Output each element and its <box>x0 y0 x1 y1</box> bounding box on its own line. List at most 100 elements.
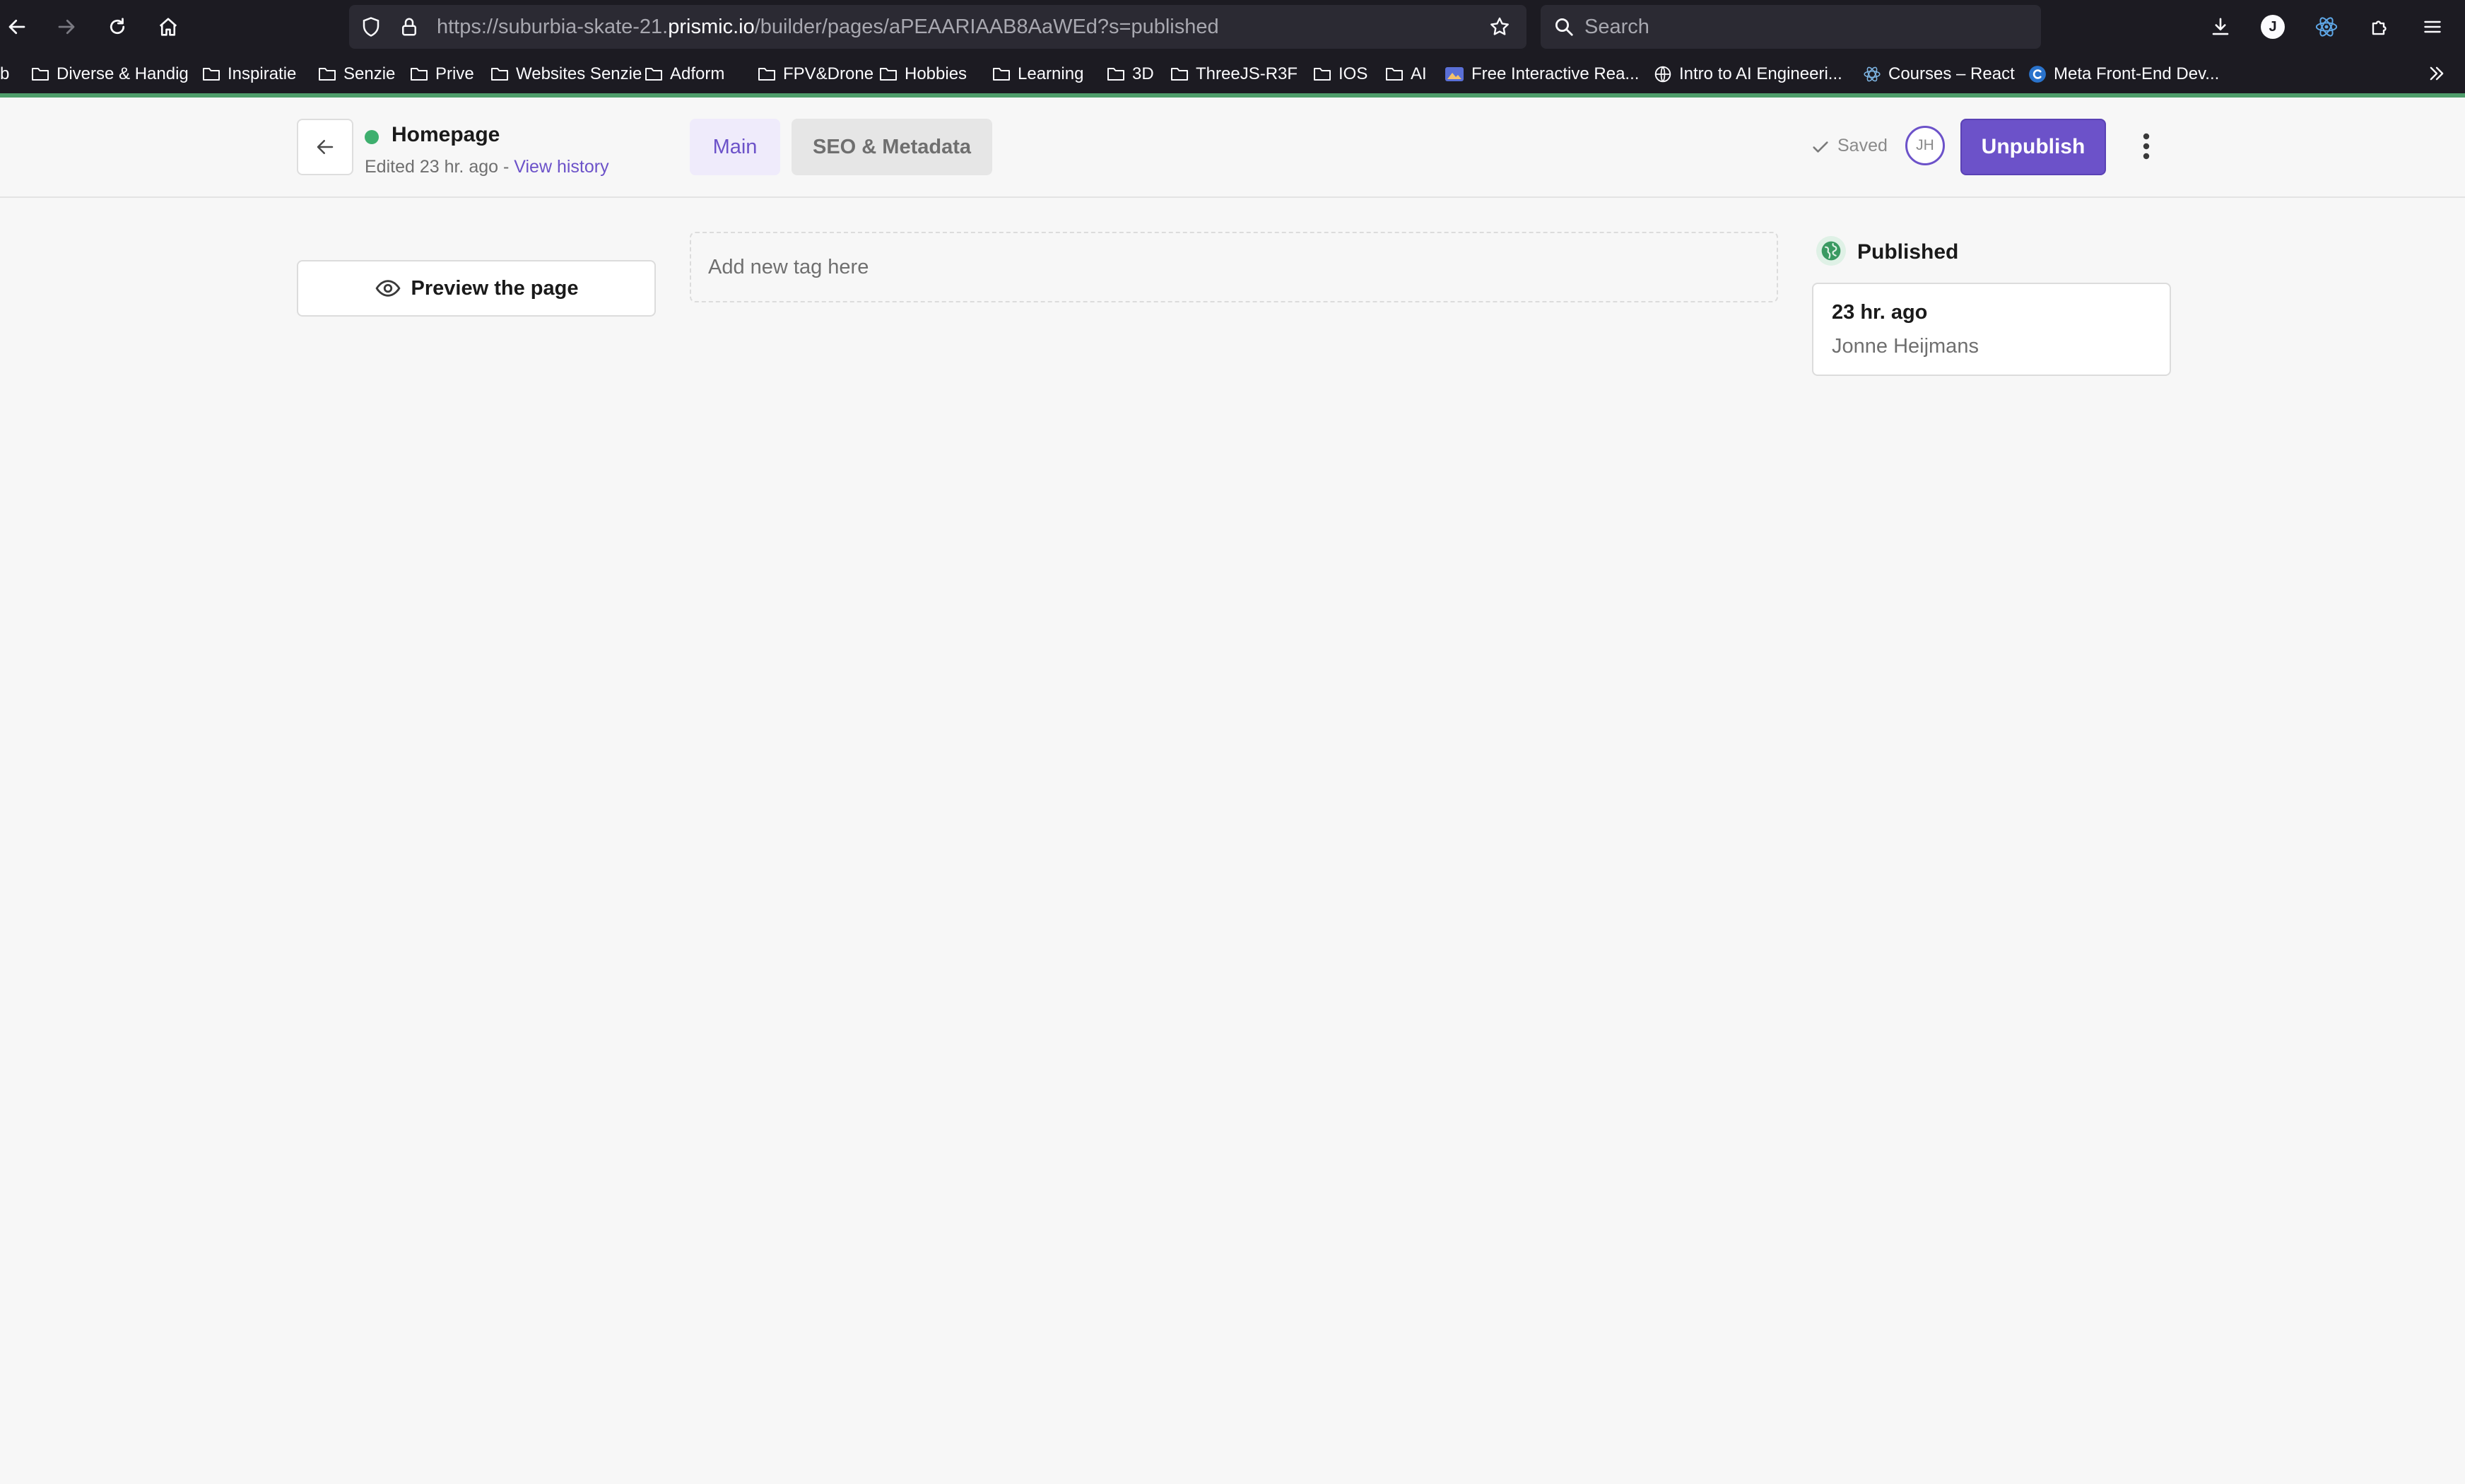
globe-icon <box>1821 241 1841 261</box>
bookmark-label: ThreeJS-R3F <box>1196 64 1298 83</box>
arrow-right-icon <box>58 19 75 35</box>
preview-label: Preview the page <box>411 276 579 300</box>
folder-icon <box>1313 66 1331 82</box>
folder-icon <box>1170 66 1189 82</box>
view-history-link[interactable]: View history <box>514 157 608 177</box>
bookmark-item[interactable]: Diverse & Handig <box>31 57 189 92</box>
tab-seo-metadata[interactable]: SEO & Metadata <box>792 119 992 175</box>
url-prefix: https://suburbia-skate-21. <box>437 16 669 38</box>
app-menu-button[interactable] <box>2411 6 2454 48</box>
bookmarks-overflow-button[interactable] <box>2416 52 2458 95</box>
home-button[interactable] <box>147 6 189 48</box>
shield-icon[interactable] <box>360 16 382 37</box>
unpublish-button[interactable]: Unpublish <box>1960 119 2106 175</box>
reload-icon <box>110 18 125 35</box>
folder-icon <box>490 66 509 82</box>
profile-button[interactable]: J <box>2252 6 2294 48</box>
bookmark-label: IOS <box>1339 64 1368 83</box>
extensions-button[interactable] <box>2359 6 2401 48</box>
checkmark-icon <box>1813 141 1828 153</box>
folder-icon <box>202 66 220 82</box>
bookmark-item[interactable]: Prive <box>410 57 474 92</box>
bookmark-label: b <box>0 64 10 83</box>
back-button[interactable] <box>297 119 353 175</box>
lock-icon[interactable] <box>399 16 420 38</box>
home-icon <box>159 18 177 36</box>
arrow-left-icon <box>317 140 334 154</box>
bookmark-item[interactable]: Learning <box>992 57 1083 92</box>
bookmark-item[interactable]: ThreeJS-R3F <box>1170 57 1298 92</box>
back-nav-button[interactable] <box>0 6 38 48</box>
more-options-button[interactable] <box>2129 123 2164 170</box>
folder-icon <box>992 66 1011 82</box>
document-title: Homepage <box>392 123 500 146</box>
reload-button[interactable] <box>96 6 139 48</box>
browser-search-bar[interactable]: Search <box>1541 5 2041 49</box>
user-avatar[interactable]: JH <box>1905 126 1945 165</box>
bookmark-item[interactable]: Courses – React <box>1863 57 2015 92</box>
bookmark-item[interactable]: Websites Senzie <box>490 57 642 92</box>
bookmark-item[interactable]: 3D <box>1107 57 1154 92</box>
bookmark-item[interactable]: Senzie <box>318 57 395 92</box>
bookmark-item[interactable]: Free Interactive Rea... <box>1445 57 1639 92</box>
bookmark-label: AI <box>1411 64 1427 83</box>
folder-icon <box>1107 66 1125 82</box>
react-icon <box>2315 17 2338 37</box>
search-placeholder: Search <box>1584 16 1649 38</box>
coursera-icon <box>2028 65 2047 83</box>
bookmark-item[interactable]: Inspiratie <box>202 57 296 92</box>
bookmark-label: FPV&Drone <box>783 64 874 83</box>
url-host: prismic.io <box>668 16 755 38</box>
preview-page-button[interactable]: Preview the page <box>297 260 656 317</box>
publish-time: 23 hr. ago <box>1832 301 1928 324</box>
react-icon <box>1863 65 1881 83</box>
profile-initial: J <box>2269 18 2277 35</box>
bookmark-label: Hobbies <box>905 64 967 83</box>
download-icon <box>2212 18 2229 35</box>
url-bar[interactable]: https://suburbia-skate-21.prismic.io/bui… <box>349 5 1526 49</box>
bookmark-item[interactable]: Intro to AI Engineeri... <box>1654 57 1842 92</box>
folder-icon <box>318 66 336 82</box>
tag-input[interactable] <box>690 232 1778 302</box>
arrow-left-icon <box>8 19 25 35</box>
bookmark-star-icon[interactable] <box>1488 16 1511 38</box>
bookmark-item[interactable]: Hobbies <box>879 57 967 92</box>
bookmark-label: Meta Front-End Dev... <box>2054 64 2220 83</box>
forward-nav-button[interactable] <box>45 6 88 48</box>
bookmark-label: 3D <box>1132 64 1154 83</box>
url-text[interactable]: https://suburbia-skate-21.prismic.io/bui… <box>437 5 1219 49</box>
bookmark-label: Prive <box>435 64 474 83</box>
profile-avatar: J <box>2261 15 2285 39</box>
bookmark-item[interactable]: b <box>0 57 9 92</box>
tab-main[interactable]: Main <box>690 119 780 175</box>
folder-icon <box>410 66 428 82</box>
browser-toolbar: https://suburbia-skate-21.prismic.io/bui… <box>0 0 2465 96</box>
react-devtools-button[interactable] <box>2305 6 2348 48</box>
eye-icon <box>375 280 400 297</box>
bookmark-label: Adform <box>670 64 725 83</box>
site-favicon-icon <box>1445 66 1464 83</box>
hamburger-icon <box>2424 20 2441 33</box>
edited-text: Edited 23 hr. ago - <box>365 157 514 177</box>
folder-icon <box>879 66 898 82</box>
published-status-label: Published <box>1857 240 1959 264</box>
publish-history-card[interactable]: 23 hr. ago Jonne Heijmans <box>1812 283 2171 376</box>
bookmark-item[interactable]: IOS <box>1313 57 1367 92</box>
bookmark-item[interactable]: AI <box>1385 57 1427 92</box>
folder-icon <box>31 66 49 82</box>
bookmark-label: Inspiratie <box>228 64 297 83</box>
kebab-menu-icon <box>2143 133 2150 160</box>
url-path: /builder/pages/aPEAARIAAB8AaWEd?s=publis… <box>754 16 1219 38</box>
downloads-button[interactable] <box>2199 6 2242 48</box>
folder-icon <box>645 66 663 82</box>
bookmark-label: Courses – React <box>1888 64 2015 83</box>
globe-icon <box>1654 65 1672 83</box>
search-icon <box>1555 18 1573 36</box>
publish-author: Jonne Heijmans <box>1832 335 1979 358</box>
bookmark-item[interactable]: FPV&Drone <box>758 57 873 92</box>
folder-icon <box>758 66 776 82</box>
folder-icon <box>1385 66 1404 82</box>
bookmark-item[interactable]: Adform <box>645 57 724 92</box>
edited-info: Edited 23 hr. ago - View history <box>365 157 609 177</box>
bookmark-item[interactable]: Meta Front-End Dev... <box>2028 57 2219 92</box>
